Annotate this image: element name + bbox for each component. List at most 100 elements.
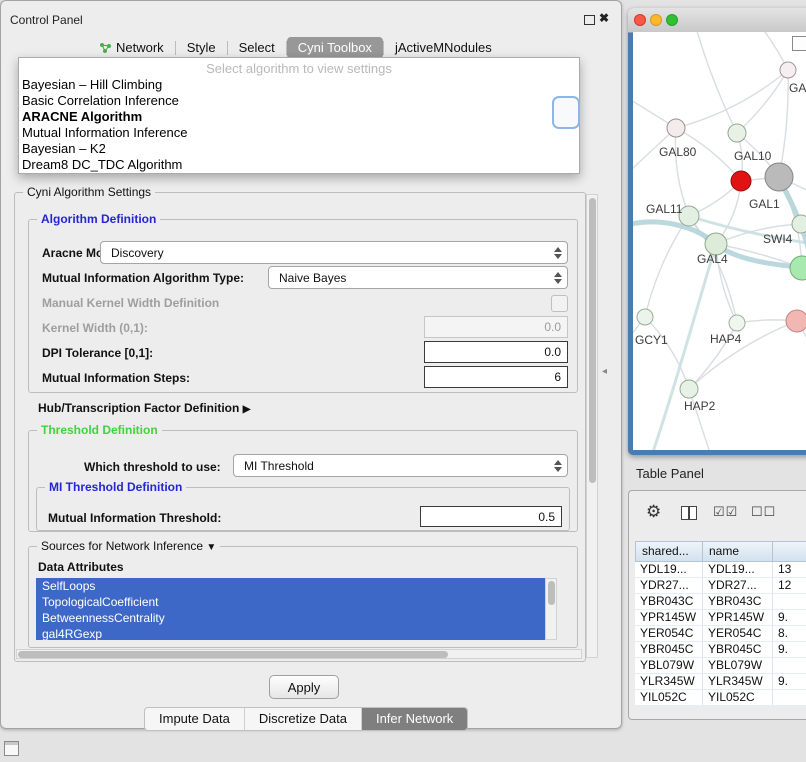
network-node[interactable]: [667, 119, 685, 137]
threshold-definition-legend: Threshold Definition: [37, 423, 162, 437]
column-header[interactable]: name: [703, 541, 773, 562]
scrollbar-thumb[interactable]: [18, 651, 448, 658]
close-icon[interactable]: ✖: [599, 11, 609, 25]
menu-item[interactable]: Bayesian – Hill Climbing: [19, 77, 579, 93]
network-edge[interactable]: [737, 70, 788, 133]
hub-definition-label: Hub/Transcription Factor Definition: [38, 401, 239, 415]
tab-style[interactable]: Style: [176, 37, 227, 59]
table-header: shared...name: [635, 541, 806, 562]
network-canvas[interactable]: GAL80GAL10GAL11GAL1SWI4GAL4GCY1HAP4HAP2G…: [633, 32, 806, 450]
minimize-traffic-light[interactable]: [650, 14, 662, 26]
zoom-traffic-light[interactable]: [666, 14, 678, 26]
cyni-settings-legend: Cyni Algorithm Settings: [23, 185, 155, 199]
algorithm-combobox-button[interactable]: [552, 96, 580, 129]
select-all-checkboxes-icon[interactable]: ☑☑: [713, 504, 738, 520]
table-row[interactable]: YBR045CYBR045C9.: [635, 642, 806, 658]
deselect-all-checkboxes-icon[interactable]: ☐☐: [751, 504, 776, 520]
network-edge[interactable]: [676, 70, 788, 128]
settings-horizontal-scrollbar[interactable]: [16, 649, 582, 659]
table-row[interactable]: YLR345WYLR345W9.: [635, 674, 806, 690]
network-node[interactable]: [780, 62, 796, 78]
column-header[interactable]: [773, 541, 806, 562]
table-cell: YPR145W: [703, 610, 773, 626]
network-node[interactable]: [680, 380, 698, 398]
table-row[interactable]: YBR043CYBR043C: [635, 594, 806, 610]
tab-impute-data[interactable]: Impute Data: [145, 708, 245, 730]
float-window-icon[interactable]: [584, 15, 595, 25]
network-node[interactable]: [790, 256, 806, 280]
table-row[interactable]: YDR27...YDR27...12: [635, 578, 806, 594]
cyni-bottom-tabs: Impute DataDiscretize DataInfer Network: [144, 707, 468, 731]
tab-network[interactable]: Network: [88, 37, 175, 59]
network-node[interactable]: [792, 215, 806, 233]
tab-infer-network[interactable]: Infer Network: [362, 708, 467, 730]
tab-select[interactable]: Select: [228, 37, 286, 59]
network-window-titlebar[interactable]: [628, 8, 806, 33]
attribute-list-item[interactable]: TopologicalCoefficient: [36, 594, 545, 610]
network-icon: [99, 42, 112, 54]
menu-item[interactable]: ARACNE Algorithm: [19, 109, 579, 125]
gear-icon[interactable]: ⚙: [646, 502, 661, 522]
network-node[interactable]: [729, 315, 745, 331]
attribute-list-item[interactable]: SelfLoops: [36, 578, 545, 594]
network-node[interactable]: [637, 309, 653, 325]
network-node-label: SWI4: [763, 232, 793, 246]
hub-definition-toggle[interactable]: Hub/Transcription Factor Definition ▶: [38, 401, 250, 415]
scrollbar-thumb[interactable]: [548, 581, 555, 605]
tab-jactivemnodules[interactable]: jActiveMNodules: [384, 37, 503, 59]
columns-icon[interactable]: [681, 506, 697, 520]
network-edge[interactable]: [689, 321, 797, 389]
menu-item[interactable]: Basic Correlation Inference: [19, 93, 579, 109]
table-cell: YER054C: [703, 626, 773, 642]
minimized-panel-icon[interactable]: [4, 741, 19, 756]
mi-type-select[interactable]: Naive Bayes: [268, 266, 568, 289]
apply-button[interactable]: Apply: [269, 675, 339, 699]
close-traffic-light[interactable]: [634, 14, 646, 26]
panel-collapse-icon[interactable]: ◂: [602, 366, 607, 377]
table-row[interactable]: YBL079WYBL079W: [635, 658, 806, 674]
mi-type-value: Naive Bayes: [279, 271, 346, 285]
attribute-list[interactable]: SelfLoopsTopologicalCoefficientBetweenne…: [36, 578, 545, 640]
tab-cyni-toolbox[interactable]: Cyni Toolbox: [287, 37, 383, 59]
table-cell: 13: [773, 562, 806, 578]
table-cell: YBR043C: [703, 594, 773, 610]
menu-item[interactable]: Dream8 DC_TDC Algorithm: [19, 157, 579, 173]
tab-label: Style: [187, 37, 216, 59]
sources-legend[interactable]: Sources for Network Inference ▼: [37, 539, 220, 553]
network-node[interactable]: [731, 171, 751, 191]
table-cell: YBL079W: [635, 658, 703, 674]
manual-kernel-checkbox[interactable]: [551, 295, 568, 312]
menu-item[interactable]: Bayesian – K2: [19, 141, 579, 157]
network-edge[interactable]: [645, 216, 689, 317]
attribute-list-item[interactable]: gal4RGexp: [36, 626, 545, 640]
dpi-tolerance-field[interactable]: 0.0: [424, 341, 568, 363]
attribute-list-scrollbar[interactable]: [545, 578, 557, 640]
tab-discretize-data[interactable]: Discretize Data: [245, 708, 362, 730]
network-edge[interactable]: [693, 32, 737, 133]
tab-label: Network: [116, 37, 164, 59]
kernel-width-label: Kernel Width (0,1):: [42, 321, 148, 335]
mi-steps-field[interactable]: 6: [424, 366, 568, 388]
attribute-list-item[interactable]: BetweennessCentrality: [36, 610, 545, 626]
table-row[interactable]: YDL19...YDL19...13: [635, 562, 806, 578]
table-cell: 9.: [773, 642, 806, 658]
which-threshold-label: Which threshold to use:: [84, 460, 221, 474]
aracne-mode-select[interactable]: Discovery: [100, 241, 568, 264]
table-row[interactable]: YPR145WYPR145W9.: [635, 610, 806, 626]
table-row[interactable]: YER054CYER054C8.: [635, 626, 806, 642]
settings-vertical-scrollbar[interactable]: [586, 194, 598, 658]
menu-item[interactable]: Mutual Information Inference: [19, 125, 579, 141]
kernel-width-field[interactable]: 0.0: [424, 316, 568, 338]
network-node[interactable]: [728, 124, 746, 142]
table-row[interactable]: YIL052CYIL052C: [635, 690, 806, 706]
network-node[interactable]: [765, 163, 793, 191]
network-edge[interactable]: [779, 70, 788, 177]
column-header[interactable]: shared...: [635, 541, 703, 562]
overview-toggle[interactable]: [792, 36, 806, 51]
network-node[interactable]: [786, 310, 806, 332]
table-cell: YIL052C: [703, 690, 773, 706]
scrollbar-thumb[interactable]: [589, 198, 596, 483]
mi-threshold-field[interactable]: 0.5: [420, 506, 562, 527]
network-edge-medium[interactable]: [653, 244, 716, 450]
which-threshold-select[interactable]: MI Threshold: [233, 454, 568, 477]
